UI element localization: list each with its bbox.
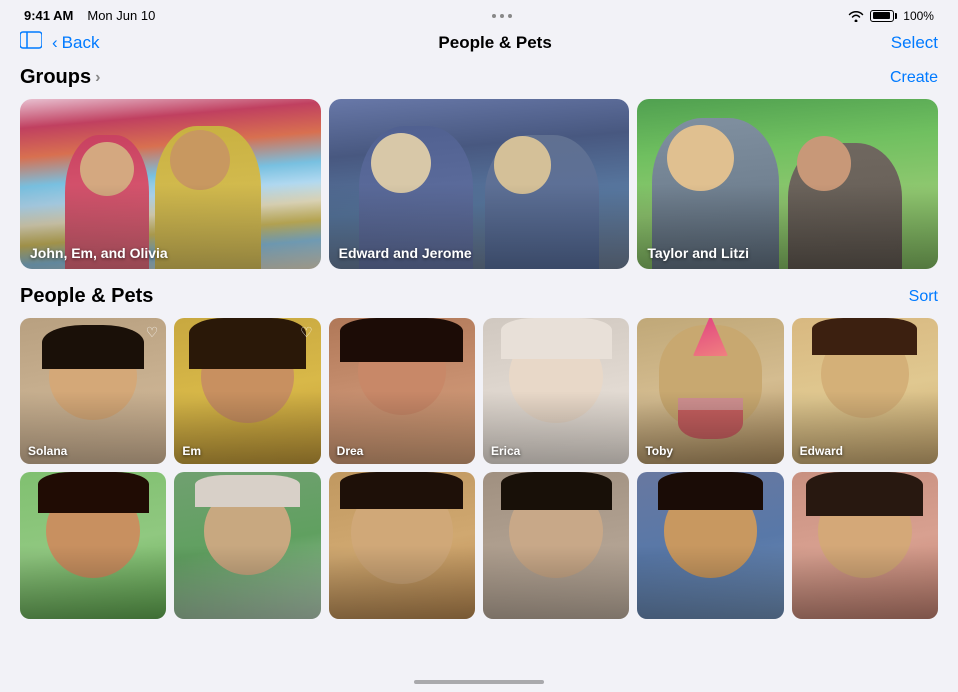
group-card-1-inner: [20, 99, 321, 269]
back-button[interactable]: ‹ Back: [52, 33, 99, 53]
person-card-drea[interactable]: Drea: [329, 318, 475, 464]
r2c1-inner: [20, 472, 166, 618]
back-chevron-icon: ‹: [52, 33, 58, 53]
group-label-1: John, Em, and Olivia: [30, 245, 168, 261]
status-dot-1: [492, 14, 496, 18]
wifi-icon: [848, 10, 864, 22]
r2c2-inner: [174, 472, 320, 618]
solana-name: Solana: [28, 444, 67, 458]
person-card-toby[interactable]: Toby: [637, 318, 783, 464]
solana-overlay: [20, 318, 166, 464]
page-title: People & Pets: [438, 33, 551, 53]
edward-overlay: [792, 318, 938, 464]
group-2-overlay: [329, 99, 630, 269]
people-grid-row1: ♡ Solana ♡ Em: [20, 318, 938, 464]
toby-name: Toby: [645, 444, 673, 458]
person-card-solana[interactable]: ♡ Solana: [20, 318, 166, 464]
drea-overlay: [329, 318, 475, 464]
em-name: Em: [182, 444, 201, 458]
person-card-r2c5[interactable]: [637, 472, 783, 618]
drea-inner: [329, 318, 475, 464]
person-card-r2c2[interactable]: [174, 472, 320, 618]
nav-left: ‹ Back: [20, 31, 99, 54]
battery-fill: [873, 12, 890, 19]
battery-percent: 100%: [903, 9, 934, 23]
scroll-indicator: [414, 680, 544, 684]
solana-inner: [20, 318, 166, 464]
solana-heart-icon: ♡: [146, 324, 159, 341]
people-title: People & Pets: [20, 285, 153, 308]
em-overlay: [174, 318, 320, 464]
edward-name: Edward: [800, 444, 843, 458]
sidebar-toggle-icon[interactable]: [20, 31, 42, 54]
back-label: Back: [62, 33, 100, 53]
status-dot-3: [508, 14, 512, 18]
group-card-3[interactable]: Taylor and Litzi: [637, 99, 938, 269]
people-grid-row2: [20, 472, 938, 618]
person-card-r2c3[interactable]: [329, 472, 475, 618]
r2c4-overlay: [483, 472, 629, 618]
select-button[interactable]: Select: [891, 33, 938, 53]
edward-inner: [792, 318, 938, 464]
group-1-overlay: [20, 99, 321, 269]
erica-overlay: [483, 318, 629, 464]
group-3-overlay: [637, 99, 938, 269]
person-card-edward[interactable]: Edward: [792, 318, 938, 464]
person-card-r2c6[interactable]: [792, 472, 938, 618]
device-frame: 9:41 AM Mon Jun 10 100%: [0, 0, 958, 692]
groups-chevron-icon: ›: [95, 69, 100, 87]
main-content: Groups › Create John, Em, and Oliv: [0, 62, 958, 619]
toby-overlay: [637, 318, 783, 464]
groups-title-row[interactable]: Groups ›: [20, 66, 100, 89]
battery-icon: [870, 10, 897, 22]
status-bar: 9:41 AM Mon Jun 10 100%: [0, 0, 958, 27]
r2c1-overlay: [20, 472, 166, 618]
r2c5-overlay: [637, 472, 783, 618]
nav-right: Select: [891, 33, 938, 53]
drea-name: Drea: [337, 444, 364, 458]
erica-name: Erica: [491, 444, 520, 458]
groups-grid: John, Em, and Olivia Edward and Jerome: [20, 99, 938, 269]
nav-bar: ‹ Back People & Pets Select: [0, 27, 958, 62]
status-date: Mon Jun 10: [87, 8, 155, 23]
r2c3-overlay: [329, 472, 475, 618]
r2c6-inner: [792, 472, 938, 618]
groups-title: Groups: [20, 66, 91, 89]
people-section-header: People & Pets Sort: [20, 285, 938, 308]
status-left: 9:41 AM Mon Jun 10: [24, 8, 155, 23]
battery-tip: [895, 13, 897, 19]
r2c4-inner: [483, 472, 629, 618]
status-right: 100%: [848, 9, 934, 23]
r2c3-inner: [329, 472, 475, 618]
em-heart-icon: ♡: [300, 324, 313, 341]
r2c5-inner: [637, 472, 783, 618]
person-card-erica[interactable]: Erica: [483, 318, 629, 464]
group-card-2[interactable]: Edward and Jerome: [329, 99, 630, 269]
battery-body: [870, 10, 894, 22]
groups-section-header: Groups › Create: [20, 66, 938, 89]
person-card-em[interactable]: ♡ Em: [174, 318, 320, 464]
r2c2-overlay: [174, 472, 320, 618]
toby-inner: [637, 318, 783, 464]
status-time: 9:41 AM: [24, 8, 73, 23]
group-label-3: Taylor and Litzi: [647, 245, 749, 261]
create-button[interactable]: Create: [890, 69, 938, 87]
group-card-1[interactable]: John, Em, and Olivia: [20, 99, 321, 269]
status-center: [492, 14, 512, 18]
group-card-3-inner: [637, 99, 938, 269]
sort-button[interactable]: Sort: [909, 288, 938, 306]
person-card-r2c4[interactable]: [483, 472, 629, 618]
group-card-2-inner: [329, 99, 630, 269]
person-card-r2c1[interactable]: [20, 472, 166, 618]
erica-inner: [483, 318, 629, 464]
status-dot-2: [500, 14, 504, 18]
group-label-2: Edward and Jerome: [339, 245, 472, 261]
r2c6-overlay: [792, 472, 938, 618]
em-inner: [174, 318, 320, 464]
